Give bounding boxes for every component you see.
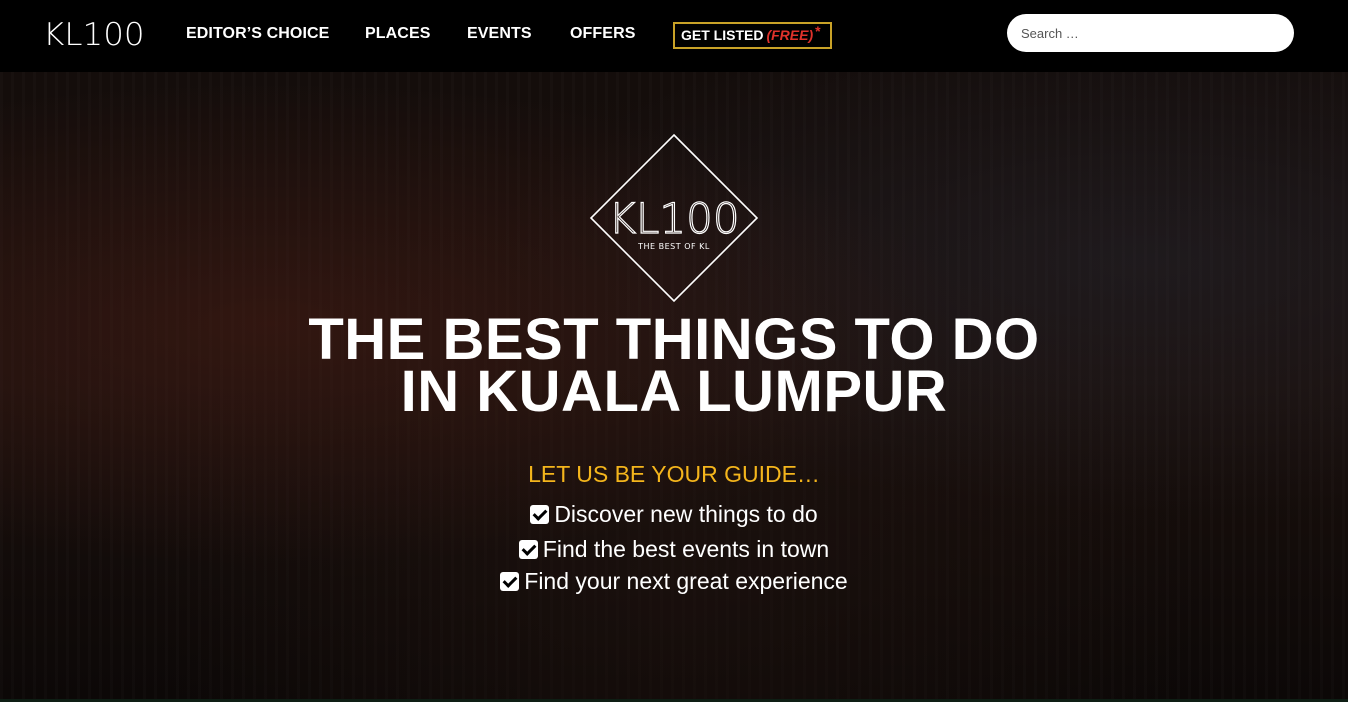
site-logo[interactable]: KL100 xyxy=(43,17,145,53)
search-input[interactable] xyxy=(1007,14,1294,52)
hero-headline: THE BEST THINGS TO DO IN KUALA LUMPUR xyxy=(0,311,1348,424)
checkbox-checked-icon xyxy=(500,572,520,591)
nav-offers[interactable]: OFFERS xyxy=(570,24,636,44)
checklist-item: Discover new things to do xyxy=(0,500,1348,528)
nav-editors-choice[interactable]: EDITOR’S CHOICE xyxy=(186,24,329,44)
checklist-item-text: Discover new things to do xyxy=(554,501,818,527)
kl100-emblem-logo: KL100 THE BEST OF KL xyxy=(589,133,759,303)
get-listed-free-tag: (FREE) xyxy=(766,27,814,43)
checkbox-checked-icon xyxy=(530,505,550,524)
guide-tagline: LET US BE YOUR GUIDE… xyxy=(528,461,820,487)
checkbox-checked-icon xyxy=(518,540,538,559)
nav-events[interactable]: EVENTS xyxy=(467,24,532,44)
top-navigation-bar: KL100 EDITOR’S CHOICE PLACES EVENTS OFFE… xyxy=(0,0,1348,72)
emblem-subtitle: THE BEST OF KL xyxy=(637,242,710,251)
headline-line-2: IN KUALA LUMPUR xyxy=(400,359,948,424)
checklist-item-text: Find your next great experience xyxy=(524,568,848,594)
emblem-title: KL100 xyxy=(608,194,739,243)
get-listed-label: GET LISTED xyxy=(681,27,764,43)
nav-places[interactable]: PLACES xyxy=(365,24,431,44)
checklist-item: Find the best events in town xyxy=(0,535,1348,563)
get-listed-button[interactable]: GET LISTED (FREE) * xyxy=(673,22,832,49)
checklist-item-text: Find the best events in town xyxy=(542,536,830,562)
hero-banner: KL100 THE BEST OF KL THE BEST THINGS TO … xyxy=(0,72,1348,702)
get-listed-asterisk: * xyxy=(815,23,821,39)
checklist-item: Find your next great experience xyxy=(0,567,1348,595)
